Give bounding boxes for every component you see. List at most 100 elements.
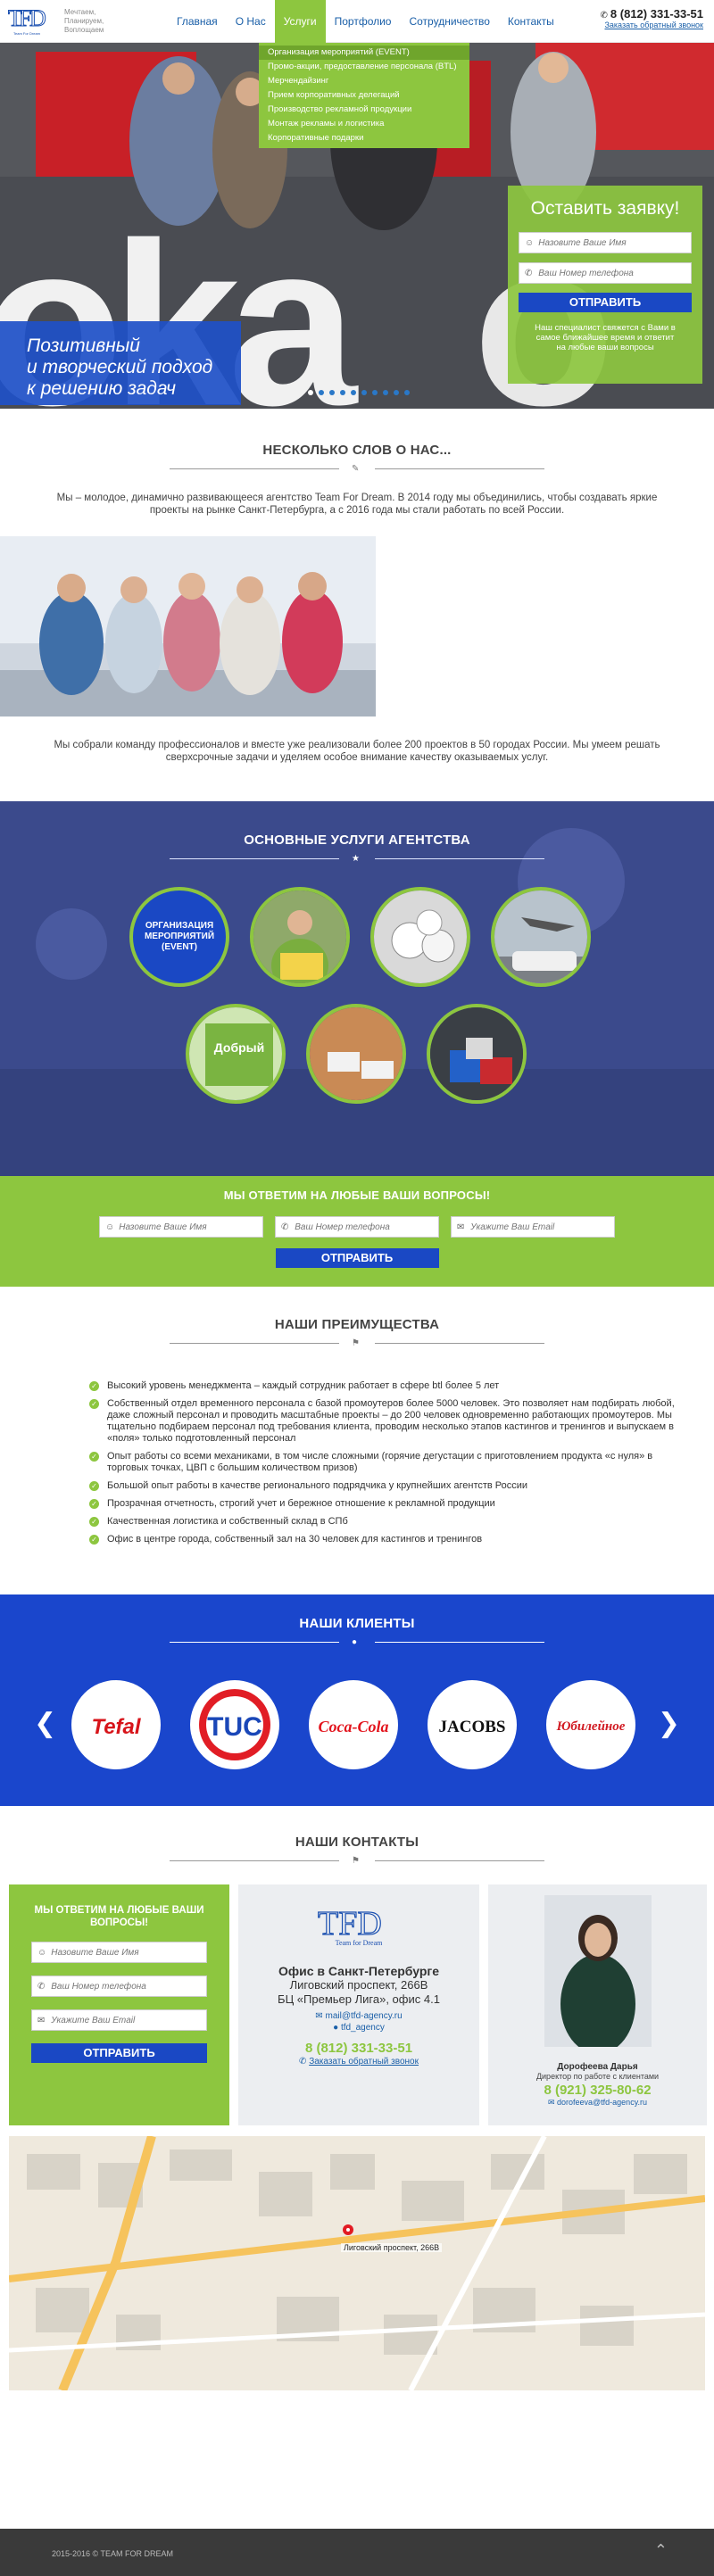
tfd-logo[interactable]: T F D Team For Dream [7,4,52,38]
slider-dot[interactable] [404,390,410,395]
nav-about[interactable]: О Нас [227,0,275,43]
order-name-input[interactable] [535,237,691,248]
contact-name-input[interactable] [47,1947,206,1958]
slider-dot[interactable] [319,390,324,395]
service-event[interactable]: ОРГАНИЗАЦИЯ МЕРОПРИЯТИЙ (EVENT) [129,887,229,987]
contact-email-input[interactable] [47,2015,206,2025]
advantages-title: НАШИ ПРЕИМУЩЕСТВА [274,1317,440,1332]
client-logo-yubileynoe[interactable]: Юбилейное [546,1680,635,1769]
cta-name-field[interactable]: ☺ [99,1216,263,1238]
nav-services[interactable]: Услуги [274,0,326,43]
dropdown-item-event[interactable]: Организация мероприятий (EVENT) [259,46,469,60]
order-name-field[interactable]: ☺ [519,232,692,253]
manager-email[interactable]: ✉ dorofeeva@tfd-agency.ru [488,2098,707,2108]
order-phone-field[interactable]: ✆ [519,262,692,284]
contact-name-field[interactable]: ☺ [31,1942,207,1963]
service-production[interactable]: Добрый [186,1004,286,1104]
service-mounting[interactable] [306,1004,406,1104]
coca-cola-logo: Coca-Cola [319,1718,389,1735]
slider-dot[interactable] [329,390,335,395]
dropdown-item-delegations[interactable]: Прием корпоративных делегаций [259,88,469,103]
mail-icon: ✉ [37,2015,46,2025]
advantage-text: Качественная логистика и собственный скл… [107,1516,348,1527]
tefal-logo: Tefal [91,1715,141,1739]
dropdown-item-mounting[interactable]: Монтаж рекламы и логистика [259,117,469,131]
contact-submit-button[interactable]: ОТПРАВИТЬ [31,2043,207,2063]
nav-contacts[interactable]: Контакты [499,0,563,43]
nav-home[interactable]: Главная [168,0,227,43]
office-city: Офис в Санкт-Петербурге [278,1964,440,1978]
chevron-up-icon[interactable]: ⌃ [654,2541,668,2560]
cta-phone-field[interactable]: ✆ [275,1216,439,1238]
svg-text:Coca-Cola: Coca-Cola [319,1718,389,1735]
cta-phone-input[interactable] [291,1222,438,1232]
client-logo-jacobs[interactable]: JACOBS [428,1680,517,1769]
section-divider: ✎ [170,463,544,474]
tagline-line: Планируем, [64,17,104,25]
slider-dot[interactable] [351,390,356,395]
slider-dot[interactable] [372,390,378,395]
service-merch[interactable] [370,887,470,987]
slider-dot[interactable] [361,390,367,395]
dropdown-item-production[interactable]: Производство рекламной продукции [259,103,469,117]
advantage-text: Собственный отдел временного персонала с… [107,1398,675,1444]
slider-dot[interactable] [340,390,345,395]
contact-phone-input[interactable] [47,1981,206,1992]
office-email-text: mail@tfd-agency.ru [325,2011,403,2021]
contact-phone-field[interactable]: ✆ [31,1975,207,1997]
clients-section: НАШИ КЛИЕНТЫ ● ❮ Tefal TUC Coca-Cola JAC… [0,1594,714,1806]
list-item: ✓ Прозрачная отчетность, строгий учет и б… [89,1498,678,1510]
order-submit-button[interactable]: ОТПРАВИТЬ [519,293,692,312]
cta-email-field[interactable]: ✉ [451,1216,615,1238]
slider-dot[interactable] [308,390,313,395]
office-card: TFD Team for Dream Офис в Санкт-Петербур… [238,1884,479,2125]
client-logos: Tefal TUC Coca-Cola JACOBS Юбилейное [71,1680,635,1769]
client-logo-coca-cola[interactable]: Coca-Cola [309,1680,398,1769]
dropdown-item-merch[interactable]: Мерчендайзинг [259,74,469,88]
section-divider: ★ [170,853,544,864]
client-logo-tefal[interactable]: Tefal [71,1680,161,1769]
services-dropdown: Организация мероприятий (EVENT) Промо-ак… [259,43,469,148]
advantages-section: НАШИ ПРЕИМУЩЕСТВА ⚑ ✓ Высокий уровень мен… [0,1287,714,1594]
nav-cooperation[interactable]: Сотрудничество [400,0,498,43]
office-address-2: БЦ «Премьер Лига», офис 4.1 [278,1992,440,2006]
advantage-text: Прозрачная отчетность, строгий учет и бе… [107,1498,495,1509]
office-callback[interactable]: ✆ Заказать обратный звонок [238,2056,479,2067]
map-image [9,2136,705,2390]
office-address-1: Лиговский проспект, 266В [289,1978,428,1992]
chevron-left-icon[interactable]: ❮ [34,1710,56,1737]
client-logo-tuc[interactable]: TUC [190,1680,279,1769]
mail-icon: ✉ [457,1222,465,1232]
about-text-2: Мы собрали команду профессионалов и вмес… [54,740,660,763]
advantages-list: ✓ Высокий уровень менеджмента – каждый со… [89,1380,678,1545]
about-text-1: Мы – молодое, динамично развивающееся аг… [56,493,658,516]
office-phone[interactable]: 8 (812) 331-33-51 [238,2041,479,2056]
contact-email-field[interactable]: ✉ [31,2009,207,2031]
mail-icon: ✉ [547,2098,557,2107]
dropdown-item-gifts[interactable]: Корпоративные подарки [259,131,469,145]
service-btl[interactable] [250,887,350,987]
cta-email-input[interactable] [467,1222,614,1232]
slider-dot[interactable] [383,390,388,395]
office-email[interactable]: ✉ mail@tfd-agency.ru [238,2010,479,2022]
svg-text:D: D [29,5,46,31]
order-phone-input[interactable] [535,268,691,278]
service-delegations[interactable] [491,887,591,987]
cta-submit-button[interactable]: ОТПРАВИТЬ [275,1248,439,1268]
phone-icon: ✆ [37,1981,46,1992]
office-logo: TFD Team for Dream [317,1904,383,1947]
location-map[interactable]: Лиговский проспект, 266В [9,2136,705,2390]
contacts-title: НАШИ КОНТАКТЫ [295,1835,419,1850]
slider-dot[interactable] [394,390,399,395]
office-skype[interactable]: ● tfd_agency [238,2022,479,2033]
dropdown-item-btl[interactable]: Промо-акции, предоставление персонала (B… [259,60,469,74]
site-footer: 2015-2016 © TEAM FOR DREAM ⌃ [0,2529,714,2576]
nav-portfolio[interactable]: Портфолио [326,0,401,43]
check-icon: ✓ [89,1399,99,1409]
header-phone[interactable]: ✆ 8 (812) 331-33-51 [601,7,703,21]
service-gifts[interactable] [427,1004,527,1104]
manager-phone[interactable]: 8 (921) 325-80-62 [488,2083,707,2098]
chevron-right-icon[interactable]: ❯ [658,1710,680,1737]
cta-name-input[interactable] [115,1222,262,1232]
callback-link[interactable]: Заказать обратный звонок [601,21,703,29]
